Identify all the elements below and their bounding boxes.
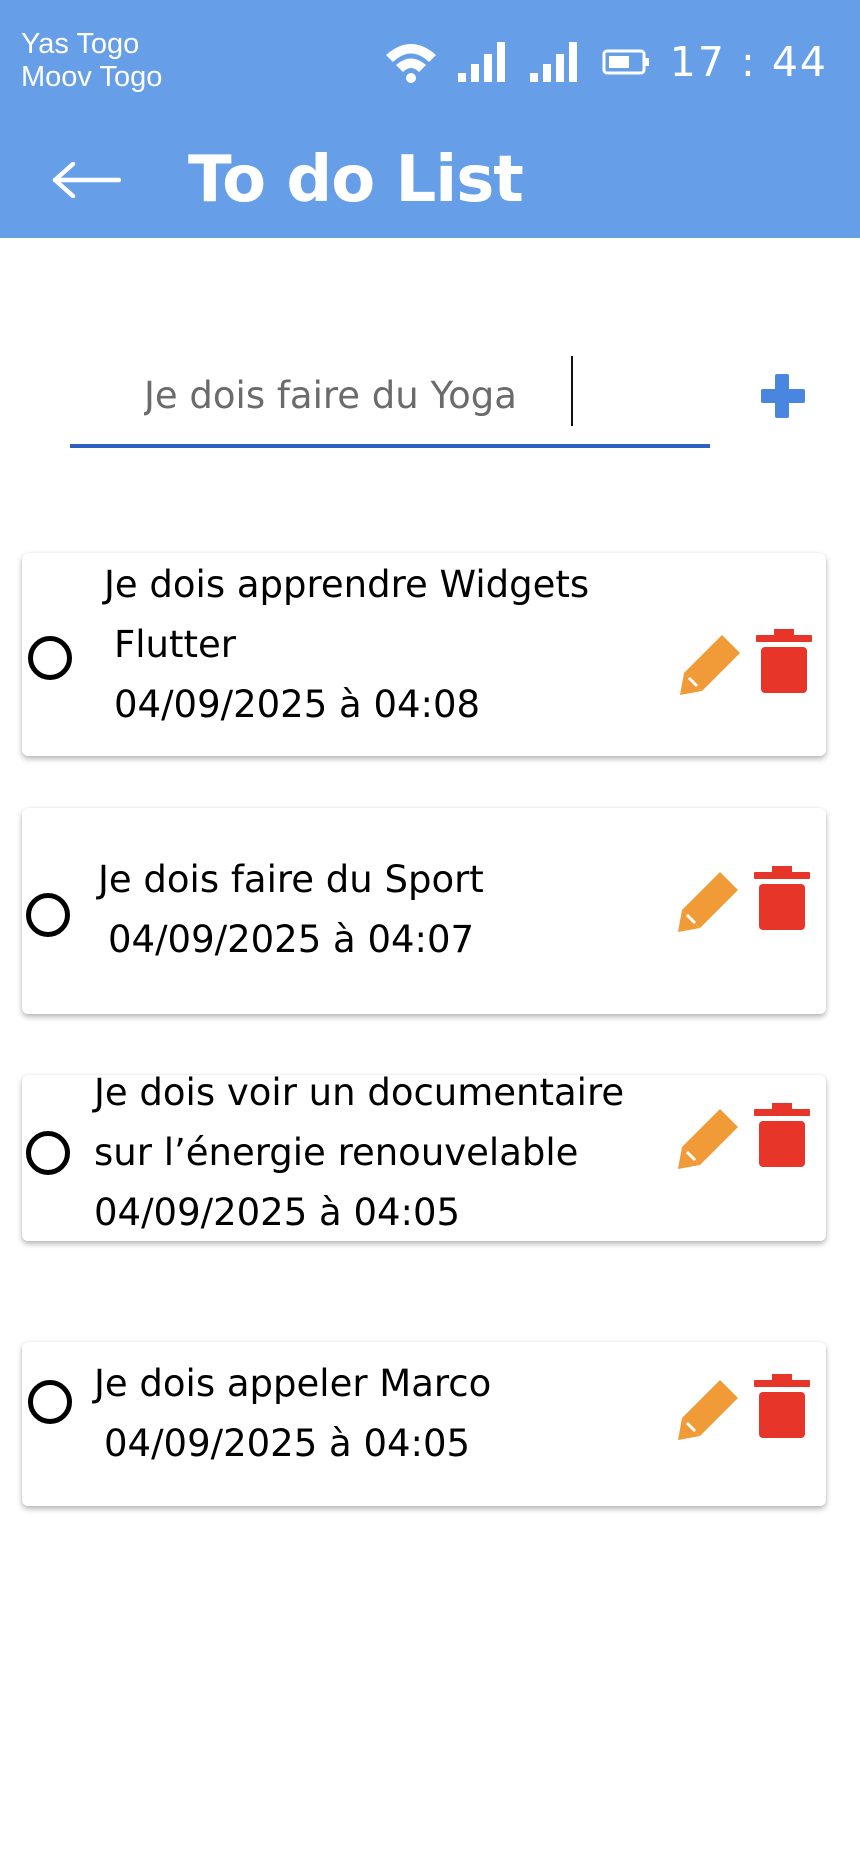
trash-icon — [756, 629, 812, 693]
app-header: Yas Togo Moov Togo 17 : 44 To do List — [0, 0, 860, 238]
task-title-line: Je dois apprendre Widgets — [104, 563, 590, 606]
task-text: Je dois voir un documentaire sur l’énerg… — [94, 1063, 624, 1243]
task-input[interactable] — [144, 362, 684, 428]
delete-button[interactable] — [754, 1374, 810, 1440]
wifi-icon — [385, 44, 436, 83]
task-checkbox[interactable] — [26, 1131, 70, 1175]
task-date: 04/09/2025 à 04:07 — [108, 918, 475, 961]
task-date: 04/09/2025 à 04:05 — [104, 1422, 471, 1465]
task-text: Je dois faire du Sport 04/09/2025 à 04:0… — [98, 850, 484, 970]
trash-icon — [754, 1103, 810, 1167]
edit-button[interactable] — [676, 1105, 742, 1171]
plus-icon — [761, 374, 805, 418]
arrow-left-icon — [52, 162, 121, 198]
task-title-line: Flutter — [114, 623, 237, 666]
text-caret — [571, 356, 573, 426]
trash-icon — [754, 1374, 810, 1438]
task-input-field[interactable] — [70, 346, 710, 448]
clock: 17 : 44 — [669, 38, 828, 86]
task-card: Je dois voir un documentaire sur l’énerg… — [22, 1071, 826, 1241]
task-text: Je dois appeler Marco 04/09/2025 à 04:05 — [94, 1354, 491, 1474]
task-card: Je dois appeler Marco 04/09/2025 à 04:05 — [22, 1342, 826, 1506]
carrier-name-1: Yas Togo — [21, 28, 140, 60]
task-date: 04/09/2025 à 04:05 — [94, 1191, 461, 1234]
pencil-icon — [680, 635, 740, 695]
trash-icon — [754, 866, 810, 930]
task-card: Je dois apprendre Widgets Flutter 04/09/… — [22, 553, 826, 756]
edit-button[interactable] — [676, 868, 742, 934]
back-button[interactable] — [50, 150, 122, 210]
page-title: To do List — [188, 143, 524, 217]
task-card: Je dois faire du Sport 04/09/2025 à 04:0… — [22, 808, 826, 1014]
carrier-info: Yas Togo Moov Togo — [21, 28, 162, 94]
task-title-line: Je dois appeler Marco — [94, 1362, 492, 1405]
carrier-name-2: Moov Togo — [21, 61, 163, 93]
signal-icon — [529, 42, 577, 82]
battery-icon — [602, 49, 649, 75]
task-title-line: sur l’énergie renouvelable — [94, 1131, 579, 1174]
task-title-line: Je dois faire du Sport — [98, 858, 484, 901]
task-date: 04/09/2025 à 04:08 — [114, 683, 481, 726]
add-task-button[interactable] — [757, 370, 809, 422]
pencil-icon — [678, 1109, 738, 1169]
pencil-icon — [678, 872, 738, 932]
task-text: Je dois apprendre Widgets Flutter 04/09/… — [104, 555, 589, 735]
delete-button[interactable] — [756, 629, 812, 695]
pencil-icon — [678, 1380, 738, 1440]
task-title-line: Je dois voir un documentaire — [94, 1071, 625, 1114]
edit-button[interactable] — [678, 631, 744, 697]
delete-button[interactable] — [754, 1103, 810, 1169]
signal-icon — [457, 42, 505, 82]
task-checkbox[interactable] — [26, 893, 70, 937]
task-checkbox[interactable] — [28, 636, 72, 680]
edit-button[interactable] — [676, 1376, 742, 1442]
task-checkbox[interactable] — [28, 1380, 72, 1424]
status-indicators: 17 : 44 — [384, 36, 828, 88]
delete-button[interactable] — [754, 866, 810, 932]
